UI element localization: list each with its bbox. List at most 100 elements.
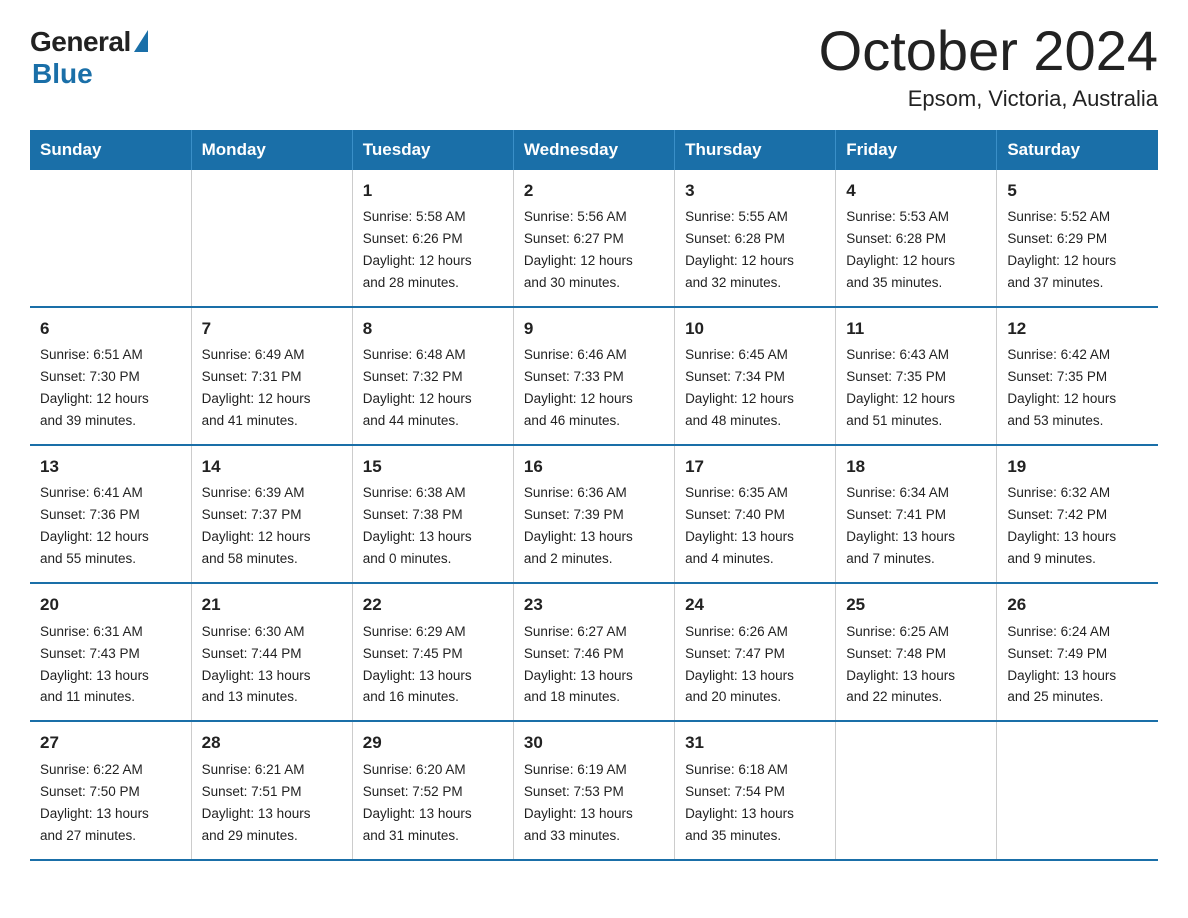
day-number: 17: [685, 454, 825, 480]
day-info: Sunrise: 6:51 AM Sunset: 7:30 PM Dayligh…: [40, 347, 149, 428]
day-number: 28: [202, 730, 342, 756]
calendar-cell: 19 Sunrise: 6:32 AM Sunset: 7:42 PM Dayli…: [997, 445, 1158, 583]
calendar-cell: 4 Sunrise: 5:53 AM Sunset: 6:28 PM Daylig…: [836, 170, 997, 307]
calendar-cell: [30, 170, 191, 307]
calendar-cell: [997, 721, 1158, 859]
day-info: Sunrise: 6:21 AM Sunset: 7:51 PM Dayligh…: [202, 762, 311, 843]
calendar-cell: 25 Sunrise: 6:25 AM Sunset: 7:48 PM Dayli…: [836, 583, 997, 721]
day-number: 5: [1007, 178, 1148, 204]
calendar-cell: 17 Sunrise: 6:35 AM Sunset: 7:40 PM Dayli…: [675, 445, 836, 583]
day-info: Sunrise: 5:55 AM Sunset: 6:28 PM Dayligh…: [685, 209, 794, 290]
day-info: Sunrise: 6:38 AM Sunset: 7:38 PM Dayligh…: [363, 485, 472, 566]
day-info: Sunrise: 6:32 AM Sunset: 7:42 PM Dayligh…: [1007, 485, 1116, 566]
calendar-cell: 9 Sunrise: 6:46 AM Sunset: 7:33 PM Daylig…: [513, 307, 674, 445]
day-info: Sunrise: 6:49 AM Sunset: 7:31 PM Dayligh…: [202, 347, 311, 428]
day-number: 12: [1007, 316, 1148, 342]
calendar-week-row: 20 Sunrise: 6:31 AM Sunset: 7:43 PM Dayli…: [30, 583, 1158, 721]
day-number: 24: [685, 592, 825, 618]
day-number: 19: [1007, 454, 1148, 480]
calendar-day-header: Tuesday: [352, 130, 513, 170]
calendar-cell: 27Sunrise: 6:22 AM Sunset: 7:50 PM Dayli…: [30, 721, 191, 859]
day-info: Sunrise: 6:19 AM Sunset: 7:53 PM Dayligh…: [524, 762, 633, 843]
calendar-cell: 31 Sunrise: 6:18 AM Sunset: 7:54 PM Dayli…: [675, 721, 836, 859]
calendar-cell: 23Sunrise: 6:27 AM Sunset: 7:46 PM Dayli…: [513, 583, 674, 721]
calendar-cell: 18 Sunrise: 6:34 AM Sunset: 7:41 PM Dayli…: [836, 445, 997, 583]
logo-general-text: General: [30, 26, 131, 58]
logo: General Blue: [30, 26, 148, 90]
calendar-cell: [836, 721, 997, 859]
calendar-cell: 1 Sunrise: 5:58 AM Sunset: 6:26 PM Daylig…: [352, 170, 513, 307]
calendar-cell: 26 Sunrise: 6:24 AM Sunset: 7:49 PM Dayli…: [997, 583, 1158, 721]
calendar-cell: 16 Sunrise: 6:36 AM Sunset: 7:39 PM Dayli…: [513, 445, 674, 583]
day-info: Sunrise: 6:36 AM Sunset: 7:39 PM Dayligh…: [524, 485, 633, 566]
page-header: General Blue October 2024 Epsom, Victori…: [30, 20, 1158, 112]
day-number: 10: [685, 316, 825, 342]
calendar-cell: 12 Sunrise: 6:42 AM Sunset: 7:35 PM Dayli…: [997, 307, 1158, 445]
calendar-cell: 8Sunrise: 6:48 AM Sunset: 7:32 PM Daylig…: [352, 307, 513, 445]
day-number: 29: [363, 730, 503, 756]
day-info: Sunrise: 5:53 AM Sunset: 6:28 PM Dayligh…: [846, 209, 955, 290]
day-info: Sunrise: 6:41 AM Sunset: 7:36 PM Dayligh…: [40, 485, 149, 566]
calendar-cell: 2 Sunrise: 5:56 AM Sunset: 6:27 PM Daylig…: [513, 170, 674, 307]
day-info: Sunrise: 6:18 AM Sunset: 7:54 PM Dayligh…: [685, 762, 794, 843]
logo-blue-text: Blue: [32, 58, 93, 90]
calendar-week-row: 13 Sunrise: 6:41 AM Sunset: 7:36 PM Dayli…: [30, 445, 1158, 583]
calendar-cell: 3 Sunrise: 5:55 AM Sunset: 6:28 PM Daylig…: [675, 170, 836, 307]
calendar-cell: 22 Sunrise: 6:29 AM Sunset: 7:45 PM Dayli…: [352, 583, 513, 721]
day-number: 11: [846, 316, 986, 342]
day-number: 16: [524, 454, 664, 480]
day-info: Sunrise: 6:30 AM Sunset: 7:44 PM Dayligh…: [202, 624, 311, 705]
day-number: 21: [202, 592, 342, 618]
day-number: 13: [40, 454, 181, 480]
calendar-week-row: 6 Sunrise: 6:51 AM Sunset: 7:30 PM Daylig…: [30, 307, 1158, 445]
day-info: Sunrise: 6:31 AM Sunset: 7:43 PM Dayligh…: [40, 624, 149, 705]
day-info: Sunrise: 6:48 AM Sunset: 7:32 PM Dayligh…: [363, 347, 472, 428]
day-info: Sunrise: 5:58 AM Sunset: 6:26 PM Dayligh…: [363, 209, 472, 290]
calendar-cell: 6 Sunrise: 6:51 AM Sunset: 7:30 PM Daylig…: [30, 307, 191, 445]
day-number: 1: [363, 178, 503, 204]
day-info: Sunrise: 6:45 AM Sunset: 7:34 PM Dayligh…: [685, 347, 794, 428]
day-number: 25: [846, 592, 986, 618]
day-number: 6: [40, 316, 181, 342]
day-info: Sunrise: 6:29 AM Sunset: 7:45 PM Dayligh…: [363, 624, 472, 705]
day-number: 4: [846, 178, 986, 204]
day-number: 14: [202, 454, 342, 480]
day-info: Sunrise: 6:39 AM Sunset: 7:37 PM Dayligh…: [202, 485, 311, 566]
day-info: Sunrise: 6:35 AM Sunset: 7:40 PM Dayligh…: [685, 485, 794, 566]
day-number: 20: [40, 592, 181, 618]
calendar-cell: 13 Sunrise: 6:41 AM Sunset: 7:36 PM Dayli…: [30, 445, 191, 583]
day-number: 2: [524, 178, 664, 204]
day-info: Sunrise: 6:46 AM Sunset: 7:33 PM Dayligh…: [524, 347, 633, 428]
title-block: October 2024 Epsom, Victoria, Australia: [819, 20, 1158, 112]
calendar-header-row: SundayMondayTuesdayWednesdayThursdayFrid…: [30, 130, 1158, 170]
day-info: Sunrise: 6:34 AM Sunset: 7:41 PM Dayligh…: [846, 485, 955, 566]
calendar-cell: 28 Sunrise: 6:21 AM Sunset: 7:51 PM Dayli…: [191, 721, 352, 859]
calendar-cell: 24Sunrise: 6:26 AM Sunset: 7:47 PM Dayli…: [675, 583, 836, 721]
day-number: 18: [846, 454, 986, 480]
day-info: Sunrise: 5:56 AM Sunset: 6:27 PM Dayligh…: [524, 209, 633, 290]
day-info: Sunrise: 6:25 AM Sunset: 7:48 PM Dayligh…: [846, 624, 955, 705]
page-subtitle: Epsom, Victoria, Australia: [819, 86, 1158, 112]
day-number: 30: [524, 730, 664, 756]
day-number: 26: [1007, 592, 1148, 618]
calendar-cell: 20 Sunrise: 6:31 AM Sunset: 7:43 PM Dayli…: [30, 583, 191, 721]
logo-triangle-icon: [134, 30, 148, 52]
calendar-table: SundayMondayTuesdayWednesdayThursdayFrid…: [30, 130, 1158, 861]
day-number: 3: [685, 178, 825, 204]
calendar-day-header: Monday: [191, 130, 352, 170]
day-info: Sunrise: 6:24 AM Sunset: 7:49 PM Dayligh…: [1007, 624, 1116, 705]
day-number: 27: [40, 730, 181, 756]
day-number: 22: [363, 592, 503, 618]
day-number: 31: [685, 730, 825, 756]
day-info: Sunrise: 5:52 AM Sunset: 6:29 PM Dayligh…: [1007, 209, 1116, 290]
day-info: Sunrise: 6:42 AM Sunset: 7:35 PM Dayligh…: [1007, 347, 1116, 428]
day-info: Sunrise: 6:20 AM Sunset: 7:52 PM Dayligh…: [363, 762, 472, 843]
calendar-cell: 15 Sunrise: 6:38 AM Sunset: 7:38 PM Dayli…: [352, 445, 513, 583]
day-number: 15: [363, 454, 503, 480]
calendar-cell: 10 Sunrise: 6:45 AM Sunset: 7:34 PM Dayli…: [675, 307, 836, 445]
day-number: 9: [524, 316, 664, 342]
calendar-day-header: Thursday: [675, 130, 836, 170]
calendar-cell: 30 Sunrise: 6:19 AM Sunset: 7:53 PM Dayli…: [513, 721, 674, 859]
day-number: 23: [524, 592, 664, 618]
calendar-cell: 14 Sunrise: 6:39 AM Sunset: 7:37 PM Dayli…: [191, 445, 352, 583]
